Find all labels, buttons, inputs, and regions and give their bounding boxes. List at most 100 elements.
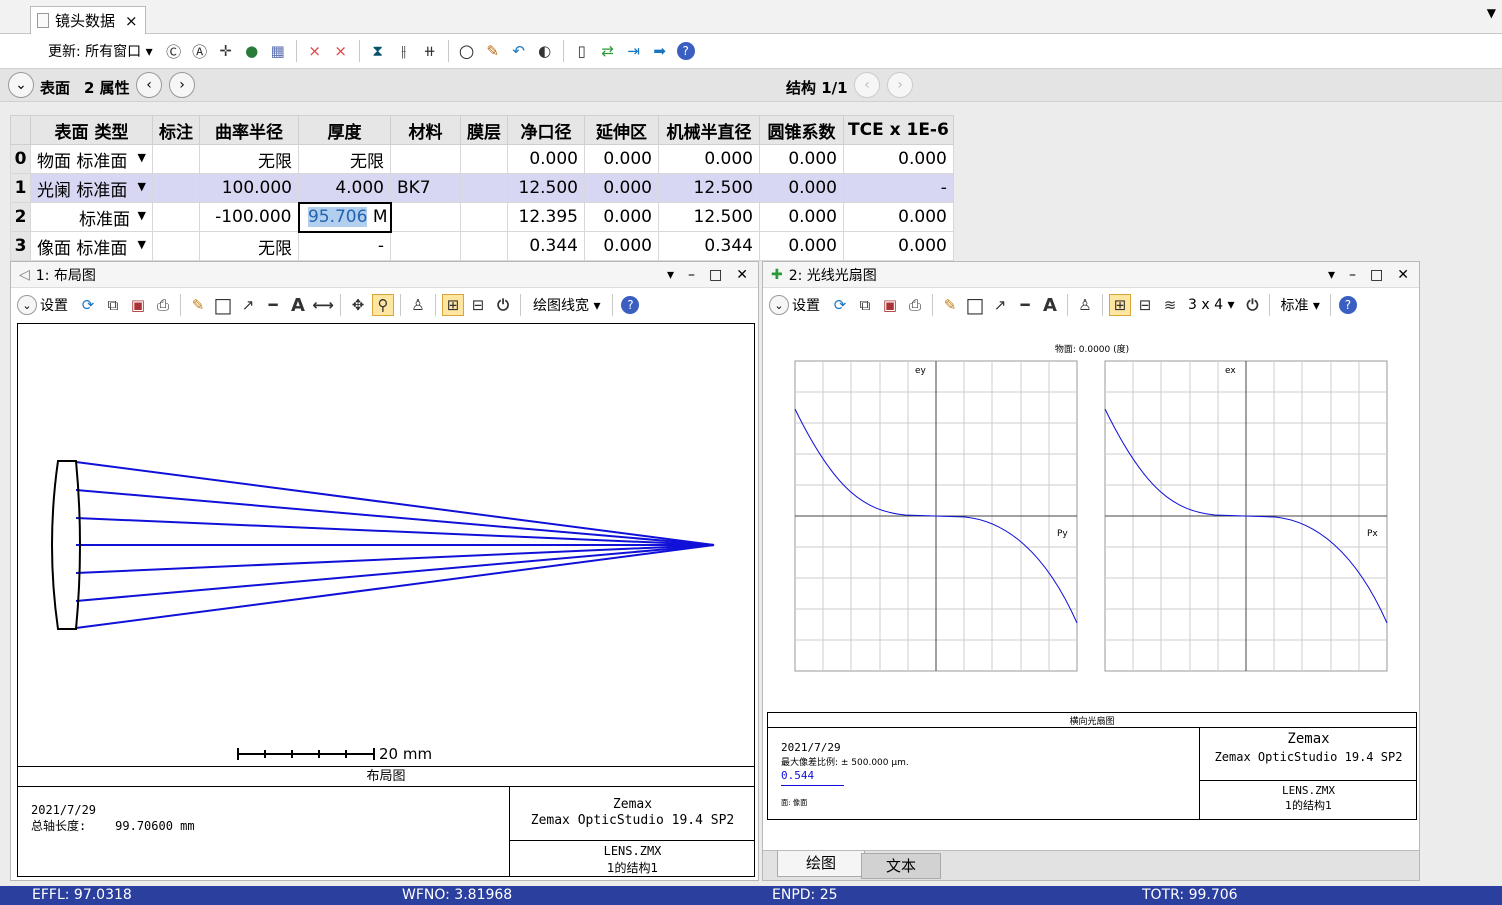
settings-button[interactable]: 设置 — [40, 295, 68, 315]
surface-type-cell[interactable]: 标准面 ▼ — [30, 202, 153, 232]
radius-cell[interactable]: 无限 — [199, 231, 299, 261]
help-icon[interactable]: ? — [675, 40, 697, 62]
column-header[interactable]: 标注 — [152, 115, 200, 145]
text-icon[interactable]: A — [1039, 294, 1061, 316]
tce-cell[interactable]: 0.000 — [843, 144, 954, 174]
rectangle-icon[interactable]: □ — [212, 293, 234, 317]
save-icon[interactable]: ▣ — [127, 294, 149, 316]
page-icon[interactable]: ▯ — [571, 40, 593, 62]
tce-cell[interactable]: 0.000 — [843, 231, 954, 261]
dropdown-arrow-icon[interactable]: ▼ — [138, 209, 146, 222]
tab-close-icon[interactable]: × — [125, 12, 138, 30]
standard-dropdown[interactable]: 标准 ▾ — [1280, 295, 1319, 315]
thickness-selected-text[interactable]: 95.706 — [307, 207, 368, 227]
mech-semi-dia-cell[interactable]: 0.000 — [658, 144, 760, 174]
tce-cell[interactable]: - — [843, 173, 954, 203]
next-config-button[interactable]: › — [887, 72, 913, 98]
update-this-icon[interactable]: Ⓒ — [163, 40, 185, 62]
maximize-icon[interactable]: □ — [1370, 267, 1383, 283]
text-icon[interactable]: A — [287, 294, 309, 316]
mech-semi-dia-cell[interactable]: 12.500 — [658, 202, 760, 232]
row-number[interactable]: 0 — [10, 144, 31, 174]
chip-zone-cell[interactable]: 0.000 — [584, 202, 659, 232]
clear-semi-dia-cell[interactable]: 12.395 — [507, 202, 585, 232]
minimize-icon[interactable]: – — [1349, 267, 1356, 283]
column-header[interactable]: 圆锥系数 — [759, 115, 844, 145]
thickness-cell[interactable]: 4.000 — [298, 173, 391, 203]
conic-cell[interactable]: 0.000 — [759, 144, 844, 174]
layers-icon[interactable]: ≋ — [1159, 294, 1181, 316]
column-header[interactable]: 材料 — [390, 115, 461, 145]
update-dropdown[interactable]: 更新: 所有窗口 ▾ — [48, 41, 153, 61]
coating-cell[interactable] — [460, 144, 508, 174]
insert-surface-icon[interactable]: ⨯ — [304, 40, 326, 62]
thickness-solve-flag[interactable]: M — [373, 207, 388, 227]
settings-chevron-icon[interactable]: ⌄ — [17, 295, 37, 315]
comment-cell[interactable] — [152, 231, 200, 261]
row-number[interactable]: 2 — [10, 202, 31, 232]
window-menu-icon[interactable]: ▾ — [1328, 267, 1335, 283]
ring-icon[interactable]: ○ — [456, 40, 478, 62]
mech-semi-dia-cell[interactable]: 0.344 — [658, 231, 760, 261]
swap-icon[interactable]: ⇄ — [597, 40, 619, 62]
crosshair-icon[interactable]: ✛ — [215, 40, 237, 62]
column-header[interactable]: 机械半直径 — [658, 115, 760, 145]
arrow-line-icon[interactable]: ↗ — [989, 294, 1011, 316]
pencil-icon[interactable]: ✎ — [939, 294, 961, 316]
lock-icon[interactable]: ♙ — [1074, 294, 1096, 316]
surface-type-cell[interactable]: 物面 标准面 ▼ — [30, 144, 153, 174]
clear-semi-dia-cell[interactable]: 0.344 — [507, 231, 585, 261]
column-header[interactable]: 净口径 — [507, 115, 585, 145]
coating-cell[interactable] — [460, 173, 508, 203]
update-all-icon[interactable]: Ⓐ — [189, 40, 211, 62]
print-icon[interactable]: ⎙ — [904, 294, 926, 316]
refresh-icon[interactable]: ⟳ — [77, 294, 99, 316]
tab-lens-data[interactable]: 镜头数据 × — [30, 6, 146, 34]
tab-overflow-icon[interactable]: ▼ — [1487, 6, 1496, 20]
column-header[interactable]: 膜层 — [460, 115, 508, 145]
chip-zone-cell[interactable]: 0.000 — [584, 144, 659, 174]
copy-icon[interactable]: ⧉ — [102, 294, 124, 316]
linewidth-dropdown[interactable]: 绘图线宽 ▾ — [533, 295, 600, 315]
settings-button[interactable]: 设置 — [792, 295, 820, 315]
dimension-icon[interactable]: ⟷ — [312, 294, 334, 316]
thickness-cell[interactable]: 无限 — [298, 144, 391, 174]
surface-type-cell[interactable]: 光阑 标准面 ▼ — [30, 173, 153, 203]
rectangle-icon[interactable]: □ — [964, 293, 986, 317]
tab-text[interactable]: 文本 — [861, 853, 941, 879]
conic-cell[interactable]: 0.000 — [759, 231, 844, 261]
material-cell[interactable]: BK7 — [390, 173, 461, 203]
fit-window-icon[interactable]: ⊞ — [1109, 294, 1131, 316]
close-icon[interactable]: ✕ — [736, 267, 748, 283]
row-number[interactable]: 1 — [10, 173, 31, 203]
column-header[interactable]: 厚度 — [298, 115, 391, 145]
prev-config-button[interactable]: ‹ — [854, 72, 880, 98]
pen-icon[interactable]: ✎ — [482, 40, 504, 62]
split-icon[interactable]: ⫲ — [393, 40, 415, 62]
conic-cell[interactable]: 0.000 — [759, 202, 844, 232]
column-header[interactable]: 延伸区 — [584, 115, 659, 145]
clear-semi-dia-cell[interactable]: 0.000 — [507, 144, 585, 174]
column-header[interactable]: 曲率半径 — [199, 115, 299, 145]
chip-zone-cell[interactable]: 0.000 — [584, 173, 659, 203]
prev-surface-button[interactable]: ‹ — [136, 72, 162, 98]
arrow-right-icon[interactable]: ➡ — [649, 40, 671, 62]
radius-cell[interactable]: 无限 — [199, 144, 299, 174]
tab-graph[interactable]: 绘图 — [777, 851, 865, 877]
conic-cell[interactable]: 0.000 — [759, 173, 844, 203]
minimize-icon[interactable]: – — [688, 267, 695, 283]
radius-cell[interactable]: 100.000 — [199, 173, 299, 203]
material-cell[interactable] — [390, 202, 461, 232]
tce-cell[interactable]: 0.000 — [843, 202, 954, 232]
material-cell[interactable] — [390, 231, 461, 261]
lens-icon[interactable]: ⧗ — [367, 40, 389, 62]
arrow-line-icon[interactable]: ↗ — [237, 294, 259, 316]
row-number[interactable]: 3 — [10, 231, 31, 261]
next-surface-button[interactable]: › — [169, 72, 195, 98]
close-icon[interactable]: ✕ — [1397, 267, 1409, 283]
column-header[interactable]: 表面 类型 — [30, 115, 153, 145]
column-header[interactable]: TCE x 1E-6 — [843, 115, 954, 145]
coating-cell[interactable] — [460, 231, 508, 261]
arrows-inward-icon[interactable]: ⇥ — [623, 40, 645, 62]
dropdown-arrow-icon[interactable]: ▼ — [138, 180, 146, 193]
